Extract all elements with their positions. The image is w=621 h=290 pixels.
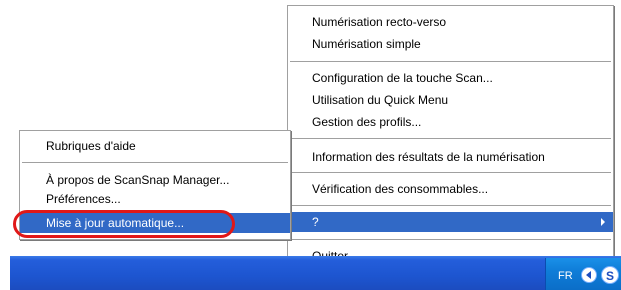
help-submenu: Rubriques d'aide À propos de ScanSnap Ma… [19,130,291,240]
menu-item-label: Numérisation simple [312,37,421,51]
menu-item-about[interactable]: À propos de ScanSnap Manager... [20,170,290,190]
menu-item-label: Préférences... [46,192,121,206]
taskbar [10,256,621,290]
menu-separator [290,61,611,62]
menu-item-scan-button-config[interactable]: Configuration de la touche Scan... [288,68,613,88]
menu-separator [290,138,611,139]
menu-item-quick-menu[interactable]: Utilisation du Quick Menu [288,90,613,110]
menu-separator [290,239,611,240]
menu-item-label: Utilisation du Quick Menu [312,93,449,107]
submenu-arrow-icon [601,218,605,226]
menu-item-duplex-scan[interactable]: Numérisation recto-verso [288,12,613,32]
menu-item-label: Rubriques d'aide [46,139,136,153]
menu-item-label: Configuration de la touche Scan... [312,71,493,85]
menu-separator [290,205,611,206]
menu-item-label: Vérification des consommables... [312,182,489,196]
menu-item-preferences[interactable]: Préférences... [20,189,290,209]
menu-item-label: Mise à jour automatique... [46,216,185,230]
show-hidden-icons-button[interactable] [581,267,597,283]
menu-item-label: ? [312,215,319,229]
menu-separator [22,162,288,163]
menu-item-scan-results-info[interactable]: Information des résultats de la numérisa… [288,147,613,167]
menu-item-simplex-scan[interactable]: Numérisation simple [288,34,613,54]
menu-item-help-topics[interactable]: Rubriques d'aide [20,136,290,156]
scansnap-context-menu: Numérisation recto-verso Numérisation si… [287,5,614,269]
scansnap-tray-icon[interactable]: S [601,266,619,284]
menu-item-label: À propos de ScanSnap Manager... [46,173,230,187]
menu-item-auto-update[interactable]: Mise à jour automatique... [20,213,290,233]
menu-item-label: Numérisation recto-verso [312,15,447,29]
menu-item-consumables-check[interactable]: Vérification des consommables... [288,179,613,199]
menu-item-label: Information des résultats de la numérisa… [312,150,545,164]
menu-item-help[interactable]: ? [288,212,613,232]
menu-item-profile-management[interactable]: Gestion des profils... [288,112,613,132]
language-indicator[interactable]: FR [558,270,573,282]
menu-item-label: Gestion des profils... [312,115,422,129]
menu-separator [290,172,611,173]
